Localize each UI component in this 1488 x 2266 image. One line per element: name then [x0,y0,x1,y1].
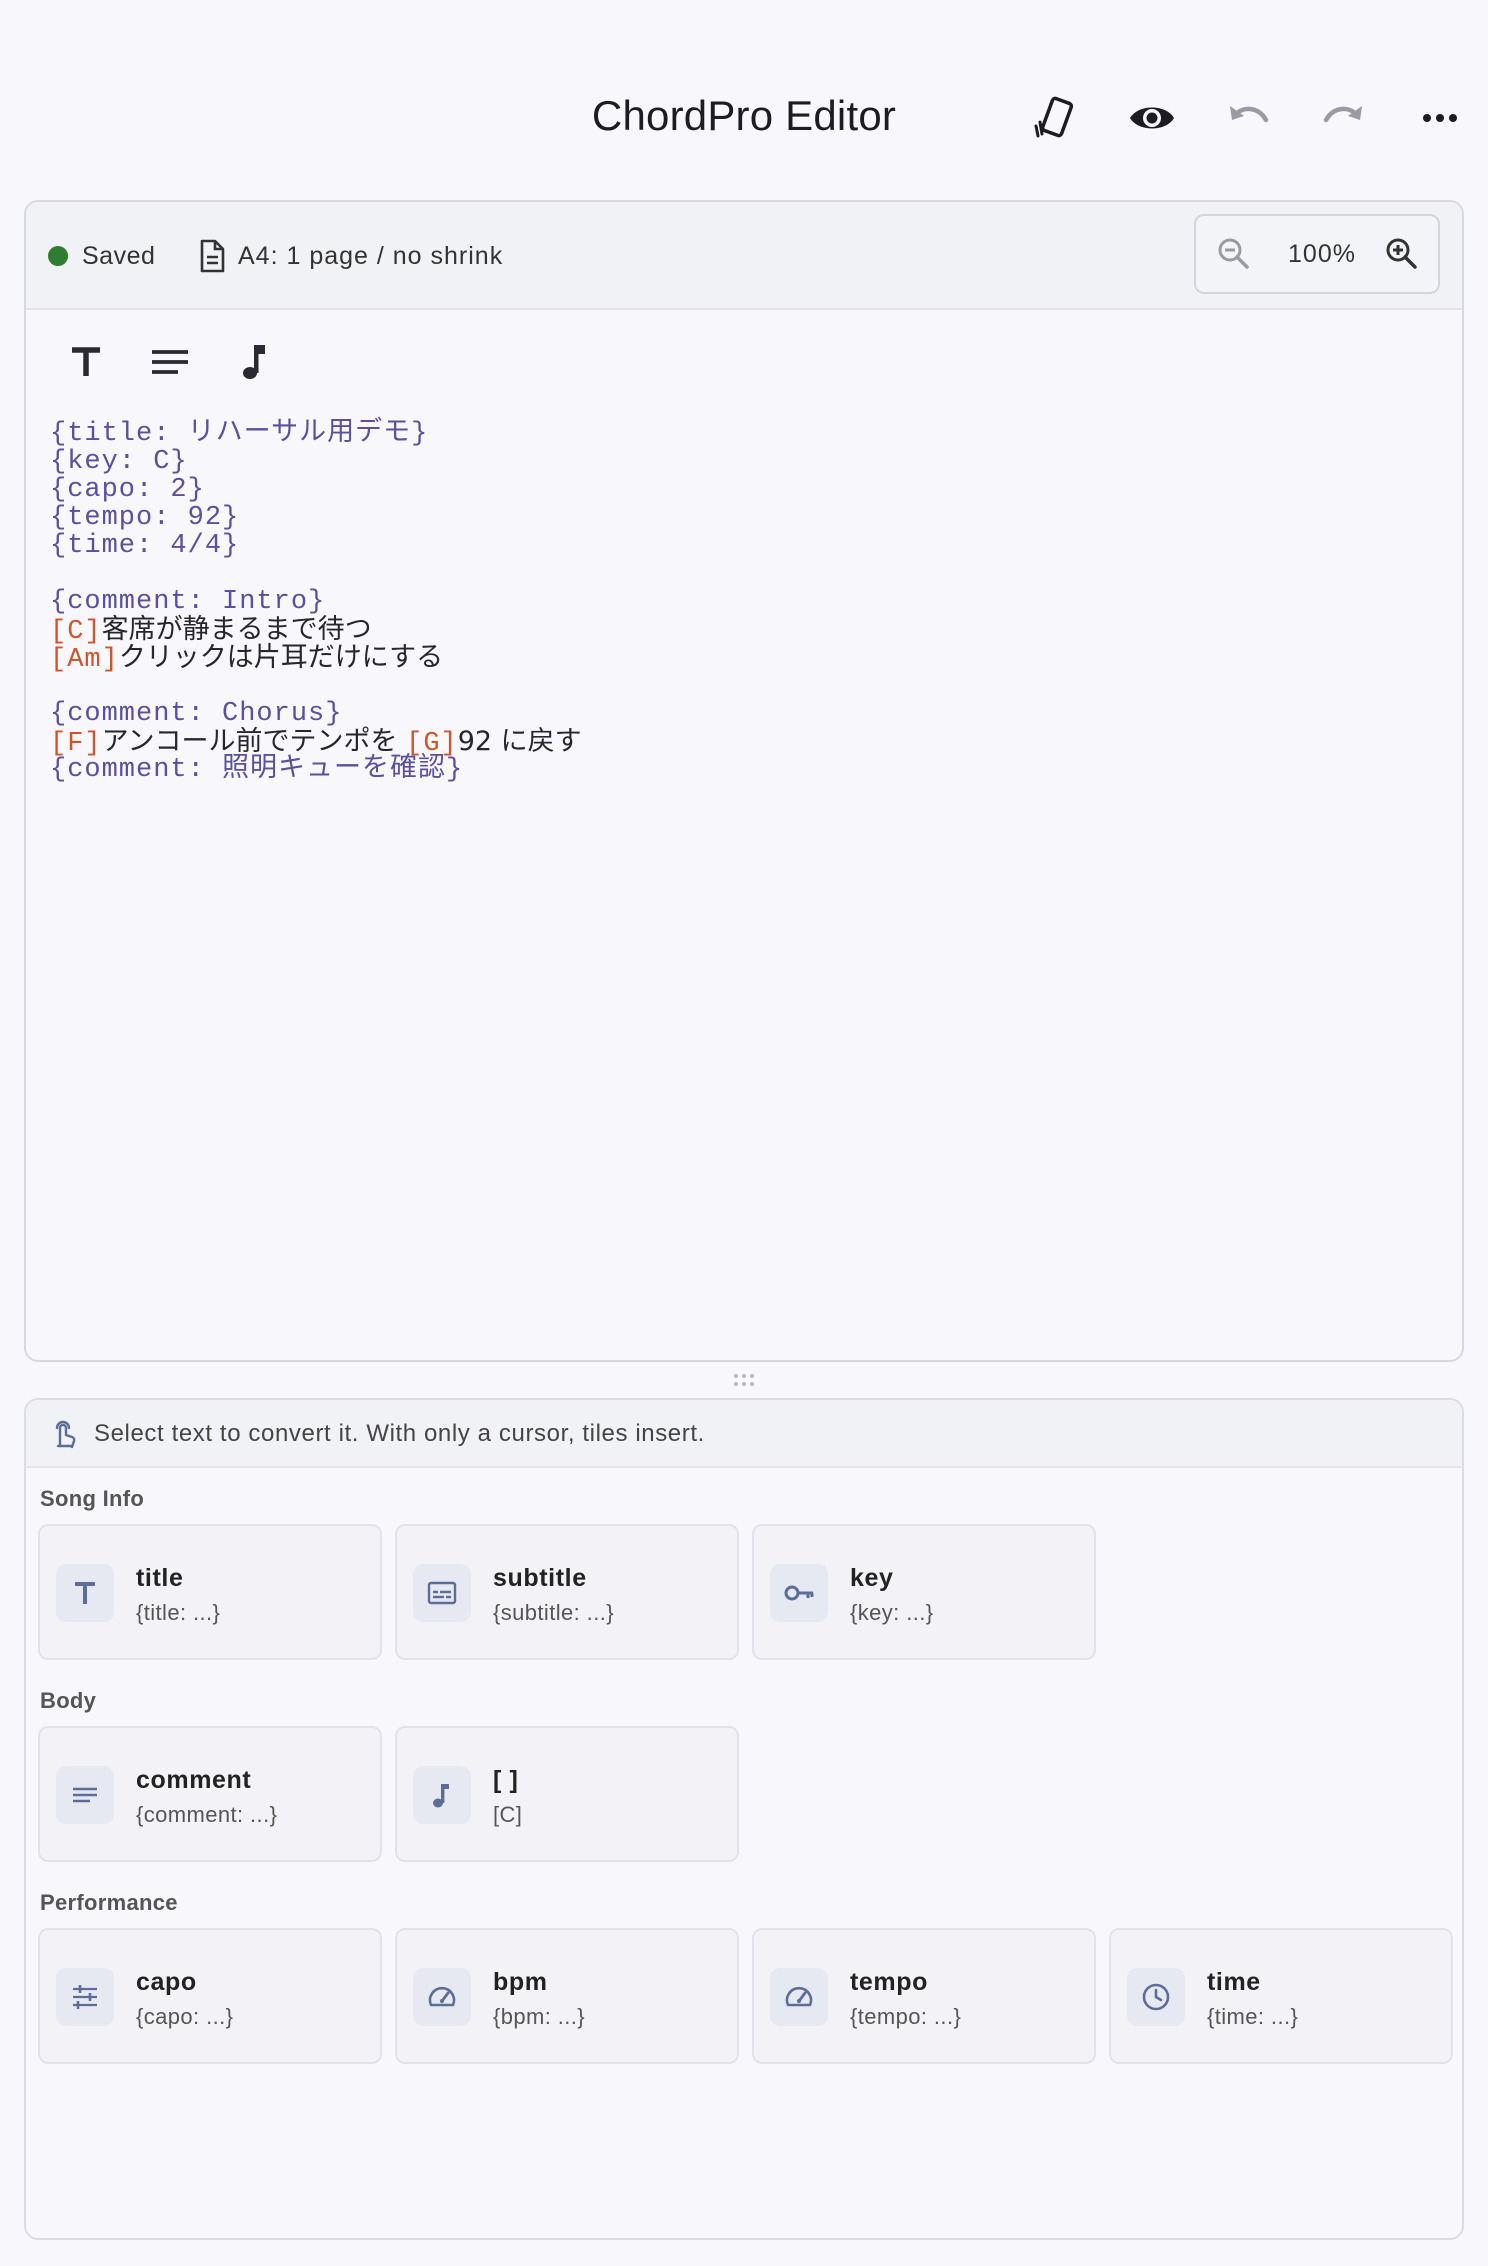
tile-snippet: {bpm: ...} [493,2004,586,2029]
section-title-song-info: Song Info [40,1486,145,1511]
tile-name: bpm [493,1968,548,1996]
lyric-text: クリックは片耳だけにする [118,642,444,673]
editor-line: {time: 4/4} [50,532,1442,560]
lyric-text: アンコール前でテンポを [101,726,407,757]
rotate-device-icon [1034,96,1074,138]
touch-icon [55,1420,76,1449]
directive-token: {time: 4/4} [50,531,240,561]
directive-token: {capo: 2} [50,475,205,505]
tile-name: key [850,1564,894,1592]
preview-button[interactable] [1124,90,1180,146]
tune-icon [56,1968,114,2026]
lyric-text: 客席が静まるまで待つ [101,614,372,645]
tile-name: capo [136,1968,197,1996]
tile-subtitle[interactable]: subtitle {subtitle: ...} [395,1524,739,1660]
directive-token: {tempo: 92} [50,503,240,533]
subtitles-icon [413,1564,471,1622]
lines-icon [152,350,188,374]
speedometer-icon [413,1968,471,2026]
zoom-level: 100% [1288,240,1356,268]
top-bar: ChordPro Editor [0,0,1488,200]
resize-handle-icon[interactable] [732,1372,756,1388]
lyric-text: 92 に戻す [457,726,582,757]
editor-panel: Saved A4: 1 page / no shrink 100% {title… [24,200,1464,1362]
tile-capo[interactable]: capo {capo: ...} [38,1928,382,2064]
tile-chord[interactable]: [ ] [C] [395,1726,739,1862]
lines-icon [56,1766,114,1824]
undo-icon [1230,106,1269,123]
insert-title-button[interactable] [56,332,116,392]
saved-status-label: Saved [82,242,156,270]
tile-snippet: {key: ...} [850,1600,934,1625]
tile-name: [ ] [493,1766,519,1794]
tile-snippet: {comment: ...} [136,1802,278,1827]
section-title-performance: Performance [40,1890,178,1915]
eye-icon [1130,107,1174,129]
tile-name: comment [136,1766,252,1794]
tile-snippet: {title: ...} [136,1600,221,1625]
music-note-icon [413,1766,471,1824]
tile-snippet: {capo: ...} [136,2004,234,2029]
tile-key[interactable]: key {key: ...} [752,1524,1096,1660]
tile-name: subtitle [493,1564,587,1592]
editor-line: {comment: Intro} [50,588,1442,616]
hint-text: Select text to convert it. With only a c… [94,1420,705,1447]
editor-line: {comment: 照明キューを確認} [50,756,1442,784]
tile-title[interactable]: title {title: ...} [38,1524,382,1660]
tile-snippet: {tempo: ...} [850,2004,962,2029]
editor-line: {comment: Chorus} [50,700,1442,728]
tile-snippet: [C] [493,1802,523,1827]
directive-token: {comment: Chorus} [50,699,343,729]
tile-time[interactable]: time {time: ...} [1109,1928,1453,2064]
text-t-icon [56,1564,114,1622]
zoom-out-icon[interactable] [1214,234,1254,274]
more-options-button[interactable] [1412,90,1468,146]
zoom-control: 100% [1194,214,1440,294]
tile-name: time [1207,1968,1261,1996]
hint-bar: Select text to convert it. With only a c… [26,1400,1462,1468]
tile-name: title [136,1564,184,1592]
chord-token: [Am] [50,645,119,675]
chord-token: [C] [50,617,102,647]
editor-line: {capo: 2} [50,476,1442,504]
tile-snippet: {subtitle: ...} [493,1600,614,1625]
tile-name: tempo [850,1968,928,1996]
directive-token: {comment: Intro} [50,587,326,617]
insert-chord-button[interactable] [224,332,284,392]
directive-token: {title: リハーサル用デモ} [50,419,429,449]
section-title-body: Body [40,1688,97,1713]
editor-line: [Am]クリックは片耳だけにする [50,642,1442,675]
redo-button[interactable] [1316,90,1372,146]
insert-comment-button[interactable] [140,332,200,392]
tile-bpm[interactable]: bpm {bpm: ...} [395,1928,739,2064]
rotate-device-button[interactable] [1028,90,1084,146]
editor-line: {key: C} [50,448,1442,476]
tile-comment[interactable]: comment {comment: ...} [38,1726,382,1862]
redo-icon [1323,106,1362,123]
undo-button[interactable] [1220,90,1276,146]
saved-status-dot [48,246,68,266]
clock-icon [1127,1968,1185,2026]
music-note-icon [243,345,265,379]
page-info-label: A4: 1 page / no shrink [238,242,504,270]
editor-line: [F]アンコール前でテンポを [G]92 に戻す [50,726,1442,759]
directive-token: {key: C} [50,447,188,477]
key-icon [770,1564,828,1622]
speedometer-icon [770,1968,828,2026]
status-bar: Saved A4: 1 page / no shrink 100% [26,202,1462,310]
more-horizontal-icon [1423,114,1457,122]
tile-tempo[interactable]: tempo {tempo: ...} [752,1928,1096,2064]
editor-line: [C]客席が静まるまで待つ [50,614,1442,647]
text-t-icon [72,347,100,376]
document-icon [200,239,225,273]
tile-snippet: {time: ...} [1207,2004,1299,2029]
chordpro-text-editor[interactable]: {title: リハーサル用デモ} {key: C} {capo: 2} {tempo… [50,420,1442,784]
editor-line: {tempo: 92} [50,504,1442,532]
editor-line: {title: リハーサル用デモ} [50,420,1442,448]
zoom-in-icon[interactable] [1382,234,1422,274]
directive-token: {comment: 照明キューを確認} [50,755,464,785]
tiles-panel: Select text to convert it. With only a c… [24,1398,1464,2240]
